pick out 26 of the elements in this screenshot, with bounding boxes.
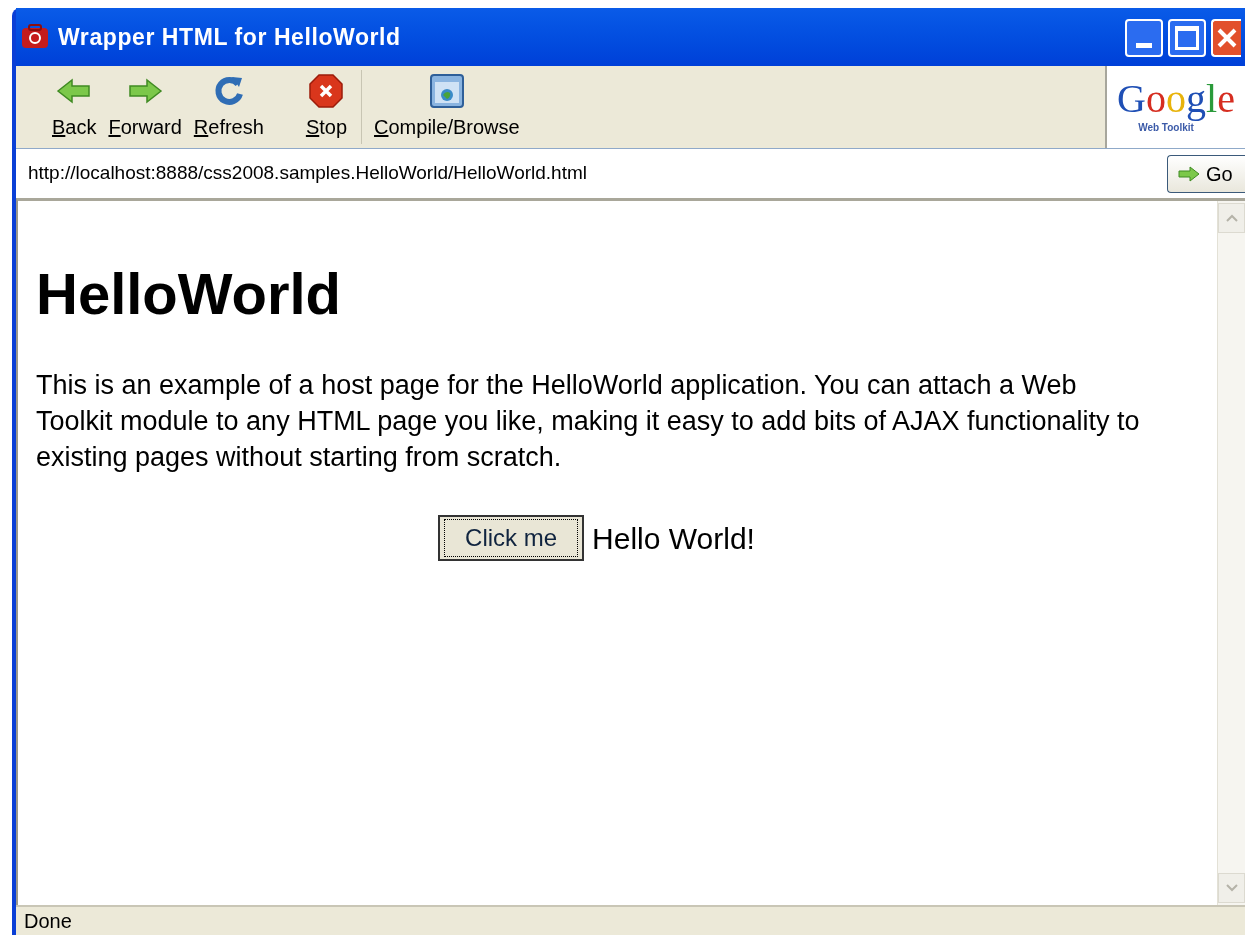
logo-subtitle: Web Toolkit bbox=[1138, 121, 1194, 135]
toolbar-button[interactable]: Refresh bbox=[187, 66, 270, 148]
left-arrow-icon bbox=[56, 77, 93, 105]
right-arrow-icon bbox=[1178, 165, 1200, 182]
address-field[interactable]: http://localhost:8888/css2008.samples.HelloWorld/HelloWorld.html bbox=[28, 159, 1167, 188]
status-text: Done bbox=[24, 909, 72, 934]
go-button[interactable]: Go bbox=[1167, 154, 1245, 193]
toolbar-button[interactable]: Back bbox=[46, 66, 103, 148]
page-paragraph: This is an example of a host page for the HelloWorld application. You can attach a Web Toolkit module to any HTML page you like, making it easy to add bits of AJAX functionality to existing pages without starting from scratch. bbox=[36, 369, 1141, 474]
caret-down-icon bbox=[1224, 883, 1239, 893]
browser-window-icon bbox=[428, 73, 465, 109]
click-me-button[interactable]: Click me bbox=[438, 515, 585, 561]
close-icon bbox=[1216, 27, 1238, 49]
page-heading: HelloWorld bbox=[36, 265, 343, 323]
toolbar-button[interactable]: Compile/Browse bbox=[368, 66, 526, 148]
window-title: Wrapper HTML for HelloWorld bbox=[58, 22, 401, 52]
hello-message: Hello World! bbox=[592, 520, 755, 557]
minimize-button[interactable] bbox=[1125, 19, 1163, 57]
toolbar-button[interactable]: Forward bbox=[102, 66, 188, 148]
toolbox-icon bbox=[20, 23, 50, 51]
close-button[interactable] bbox=[1211, 19, 1241, 57]
maximize-button[interactable] bbox=[1168, 19, 1206, 57]
caret-up-icon bbox=[1224, 213, 1239, 223]
toolbar-button[interactable]: Stop bbox=[299, 66, 354, 148]
right-arrow-icon bbox=[127, 77, 164, 105]
stop-icon bbox=[308, 73, 345, 109]
